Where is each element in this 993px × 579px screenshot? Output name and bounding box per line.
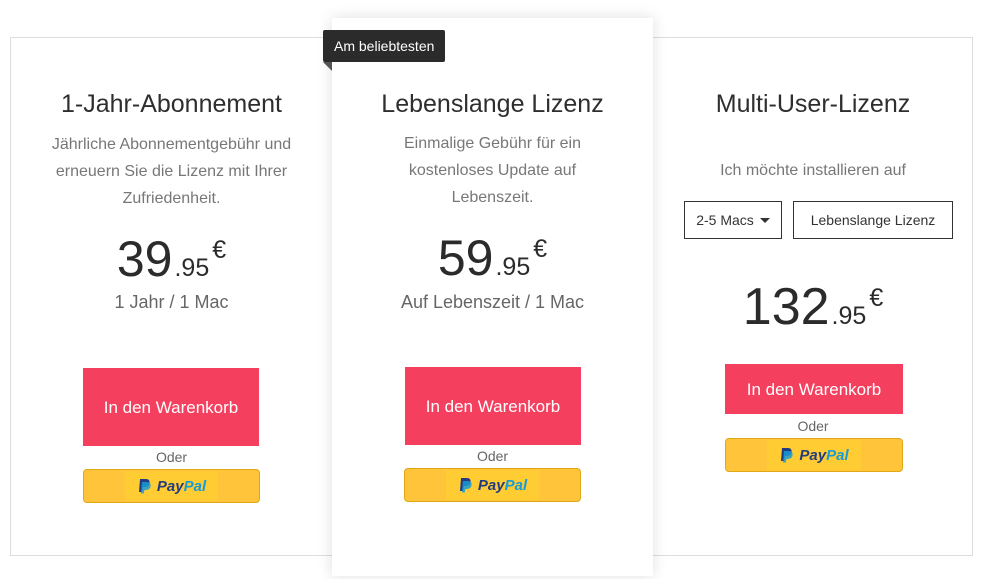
or-label: Oder — [476, 448, 509, 464]
license-type-value: Lebenslange Lizenz — [810, 212, 936, 228]
price-integer: 39 — [116, 231, 173, 287]
price-currency: € — [869, 284, 884, 312]
badge-tail — [323, 62, 332, 71]
paypal-button[interactable]: PayPal — [404, 468, 581, 502]
plan-card-lifetime: Am beliebtesten Lebenslange Lizenz Einma… — [323, 18, 653, 576]
mac-count-value: 2-5 Macs — [696, 212, 754, 228]
price-currency: € — [212, 236, 227, 264]
or-label: Oder — [155, 449, 188, 465]
paypal-button[interactable]: PayPal — [725, 438, 903, 472]
plan-price: 132.95€ — [653, 277, 973, 337]
plan-description: Einmalige Gebühr für ein kostenloses Upd… — [404, 135, 581, 206]
price-currency: € — [533, 235, 548, 263]
paypal-wordmark: PayPal — [799, 446, 849, 464]
price-integer: 59 — [437, 230, 494, 286]
plan-description: Jährliche Abonnementgebühr und erneuern … — [51, 136, 292, 207]
or-label: Oder — [797, 418, 829, 434]
popular-badge: Am beliebtesten — [323, 30, 446, 71]
license-type-select[interactable]: Lebenslange Lizenz — [793, 201, 953, 239]
price-cents: .95 — [174, 254, 210, 282]
caret-down-icon — [759, 217, 770, 223]
plan-term: Auf Lebenszeit / 1 Mac — [400, 292, 585, 312]
plan-price: 59.95€ — [332, 229, 653, 287]
plan-card-annual: 1-Jahr-Abonnement Jährliche Abonnementge… — [11, 37, 332, 556]
paypal-logo-icon — [781, 448, 794, 463]
badge-label: Am beliebtesten — [323, 30, 446, 62]
add-to-cart-button[interactable]: In den Warenkorb — [725, 364, 903, 414]
price-integer: 132 — [742, 278, 830, 336]
paypal-wordmark: PayPal — [156, 477, 207, 495]
plan-title: Lebenslange Lizenz — [381, 90, 604, 118]
plan-title: 1-Jahr-Abonnement — [61, 90, 282, 118]
price-cents: .95 — [831, 302, 867, 330]
add-to-cart-button[interactable]: In den Warenkorb — [83, 368, 259, 446]
add-to-cart-button[interactable]: In den Warenkorb — [405, 367, 581, 445]
paypal-wordmark: PayPal — [477, 476, 528, 494]
paypal-button[interactable]: PayPal — [83, 469, 260, 503]
plan-card-multi-user: Multi-User-Lizenz Ich möchte installiere… — [653, 37, 973, 556]
plan-title: Multi-User-Lizenz — [715, 90, 911, 118]
plan-term: 1 Jahr / 1 Mac — [114, 292, 229, 312]
paypal-logo-icon — [138, 479, 151, 494]
mac-count-select[interactable]: 2-5 Macs — [684, 201, 782, 239]
price-cents: .95 — [495, 253, 531, 281]
paypal-logo-icon — [459, 478, 472, 493]
install-label: Ich möchte installieren auf — [720, 162, 906, 179]
plan-price: 39.95€ — [11, 230, 332, 288]
